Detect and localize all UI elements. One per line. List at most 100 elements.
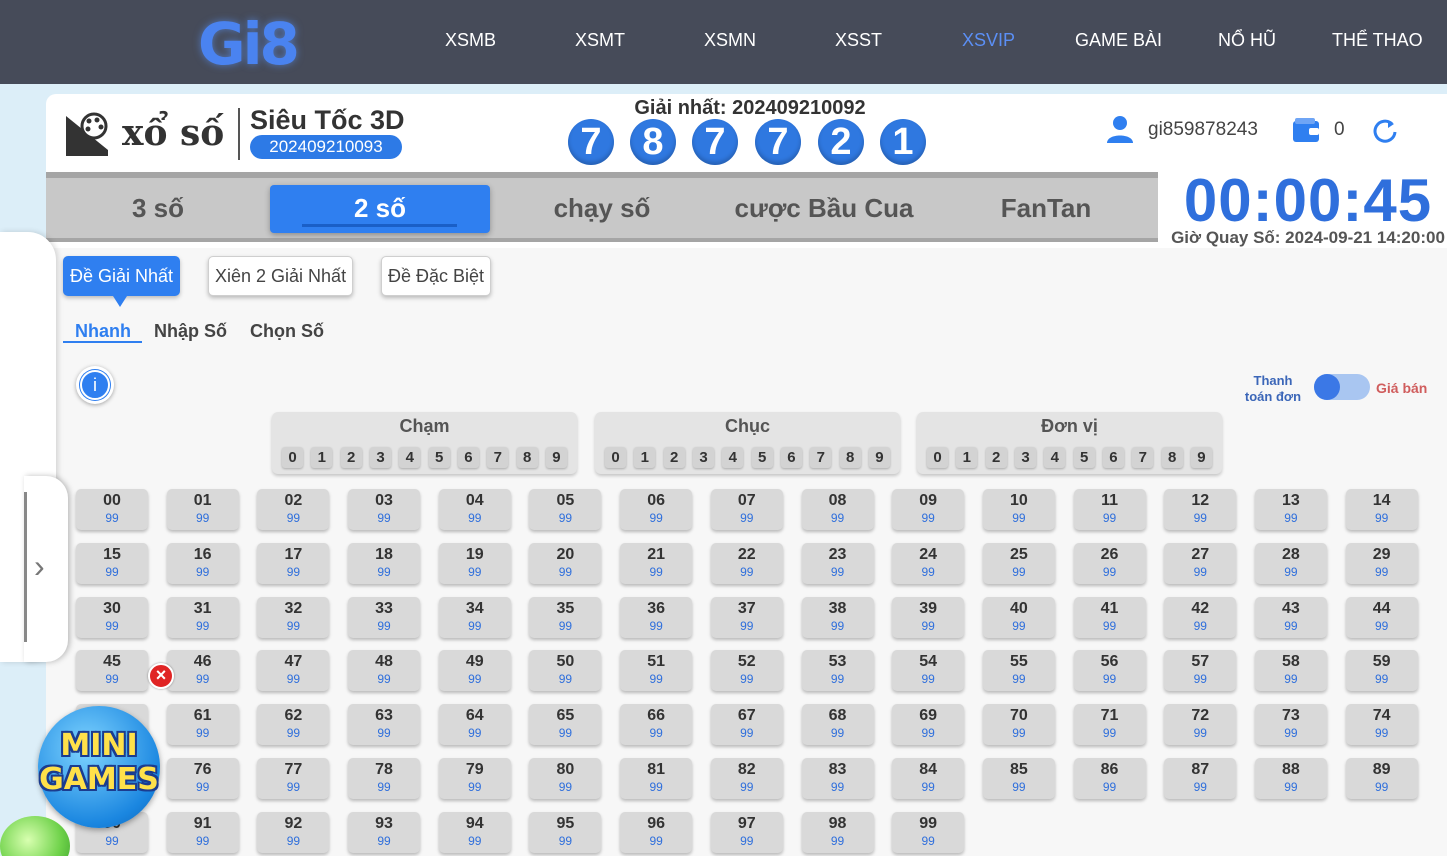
digit-button[interactable]: 4 [722,447,744,468]
number-cell[interactable]: 27 99 [1164,542,1237,584]
toggle-knob[interactable] [1314,374,1340,400]
number-cell[interactable]: 02 99 [257,489,330,530]
number-cell[interactable]: 23 99 [801,542,874,584]
number-cell[interactable]: 70 99 [982,704,1055,746]
number-cell[interactable]: 79 99 [438,757,511,799]
mode-nhap-so[interactable]: Nhập Số [154,321,227,342]
number-cell[interactable]: 82 99 [710,757,783,799]
number-cell[interactable]: 64 99 [438,704,511,746]
number-cell[interactable]: 97 99 [710,811,783,853]
digit-button[interactable]: 6 [780,447,802,468]
number-cell[interactable]: 30 99 [76,596,148,638]
number-cell[interactable]: 84 99 [892,757,965,799]
digit-button[interactable]: 1 [956,447,978,468]
refresh-icon[interactable] [1372,118,1398,144]
number-cell[interactable]: 59 99 [1345,650,1418,692]
number-cell[interactable]: 22 99 [710,542,783,584]
nav-item-xsst[interactable]: XSST [835,30,882,51]
mode-chon-so[interactable]: Chọn Số [250,321,324,342]
digit-button[interactable]: 3 [692,447,714,468]
number-cell[interactable]: 18 99 [348,542,421,584]
logo[interactable]: Gi8 [198,10,300,78]
nav-item-xsmn[interactable]: XSMN [704,30,756,51]
number-cell[interactable]: 21 99 [620,542,693,584]
number-cell[interactable]: 44 99 [1345,596,1418,638]
nav-item-the-thao[interactable]: THỂ THAO [1332,30,1423,51]
drawer-toggle[interactable] [24,476,68,662]
digit-button[interactable]: 9 [545,447,567,468]
number-cell[interactable]: 16 99 [166,542,239,584]
number-cell[interactable]: 05 99 [529,489,602,530]
number-cell[interactable]: 81 99 [620,757,693,799]
number-cell[interactable]: 53 99 [801,650,874,692]
chevron-right-icon[interactable]: › [34,548,45,585]
number-cell[interactable]: 80 99 [529,757,602,799]
number-cell[interactable]: 74 99 [1345,704,1418,746]
number-cell[interactable]: 99 99 [892,811,965,853]
number-cell[interactable]: 98 99 [801,811,874,853]
number-cell[interactable]: 03 99 [348,489,421,530]
number-cell[interactable]: 25 99 [982,542,1055,584]
number-cell[interactable]: 72 99 [1164,704,1237,746]
number-cell[interactable]: 48 99 [348,650,421,692]
number-cell[interactable]: 32 99 [257,596,330,638]
number-cell[interactable]: 09 99 [892,489,965,530]
number-cell[interactable]: 13 99 [1254,489,1327,530]
nav-item-xsmt[interactable]: XSMT [575,30,625,51]
number-cell[interactable]: 58 99 [1254,650,1327,692]
number-cell[interactable]: 71 99 [1073,704,1146,746]
number-cell[interactable]: 94 99 [438,811,511,853]
number-cell[interactable]: 57 99 [1164,650,1237,692]
digit-button[interactable]: 1 [634,447,656,468]
number-cell[interactable]: 54 99 [892,650,965,692]
number-cell[interactable]: 89 99 [1345,757,1418,799]
digit-button[interactable]: 5 [751,447,773,468]
number-cell[interactable]: 38 99 [801,596,874,638]
digit-button[interactable]: 0 [605,447,626,468]
number-cell[interactable]: 49 99 [438,650,511,692]
digit-button[interactable]: 0 [927,447,948,468]
number-cell[interactable]: 69 99 [892,704,965,746]
number-cell[interactable]: 01 99 [166,489,239,530]
number-cell[interactable]: 15 99 [76,542,148,584]
number-cell[interactable]: 36 99 [620,596,693,638]
tab-3-so[interactable]: 3 số [48,185,268,233]
number-cell[interactable]: 73 99 [1254,704,1327,746]
number-cell[interactable]: 62 99 [257,704,330,746]
number-cell[interactable]: 24 99 [892,542,965,584]
mode-nhanh[interactable]: Nhanh [75,321,131,342]
digit-button[interactable]: 3 [1014,447,1036,468]
number-cell[interactable]: 19 99 [438,542,511,584]
number-cell[interactable]: 87 99 [1164,757,1237,799]
digit-button[interactable]: 2 [985,447,1007,468]
bet-type-xien-2[interactable]: Xiên 2 Giải Nhất [208,256,354,296]
number-cell[interactable]: 68 99 [801,704,874,746]
number-cell[interactable]: 31 99 [166,596,239,638]
number-cell[interactable]: 61 99 [166,704,239,746]
number-cell[interactable]: 41 99 [1073,596,1146,638]
number-cell[interactable]: 95 99 [529,811,602,853]
number-cell[interactable]: 28 99 [1254,542,1327,584]
nav-item-xsvip[interactable]: XSVIP [962,30,1015,51]
nav-item-xsmb[interactable]: XSMB [445,30,496,51]
digit-button[interactable]: 8 [839,447,861,468]
number-cell[interactable]: 78 99 [348,757,421,799]
number-cell[interactable]: 20 99 [529,542,602,584]
tab-chay-so[interactable]: chạy số [492,185,712,233]
number-cell[interactable]: 17 99 [257,542,330,584]
number-cell[interactable]: 42 99 [1164,596,1237,638]
close-icon[interactable]: × [148,663,174,689]
number-cell[interactable]: 40 99 [982,596,1055,638]
number-cell[interactable]: 86 99 [1073,757,1146,799]
digit-button[interactable]: 4 [399,447,421,468]
digit-button[interactable]: 3 [369,447,391,468]
number-cell[interactable]: 52 99 [710,650,783,692]
number-cell[interactable]: 47 99 [257,650,330,692]
number-cell[interactable]: 50 99 [529,650,602,692]
number-cell[interactable]: 92 99 [257,811,330,853]
digit-button[interactable]: 7 [810,447,832,468]
number-cell[interactable]: 43 99 [1254,596,1327,638]
nav-item-game-bai[interactable]: GAME BÀI [1075,30,1162,51]
number-cell[interactable]: 06 99 [620,489,693,530]
tab-fantan[interactable]: FanTan [936,185,1156,233]
